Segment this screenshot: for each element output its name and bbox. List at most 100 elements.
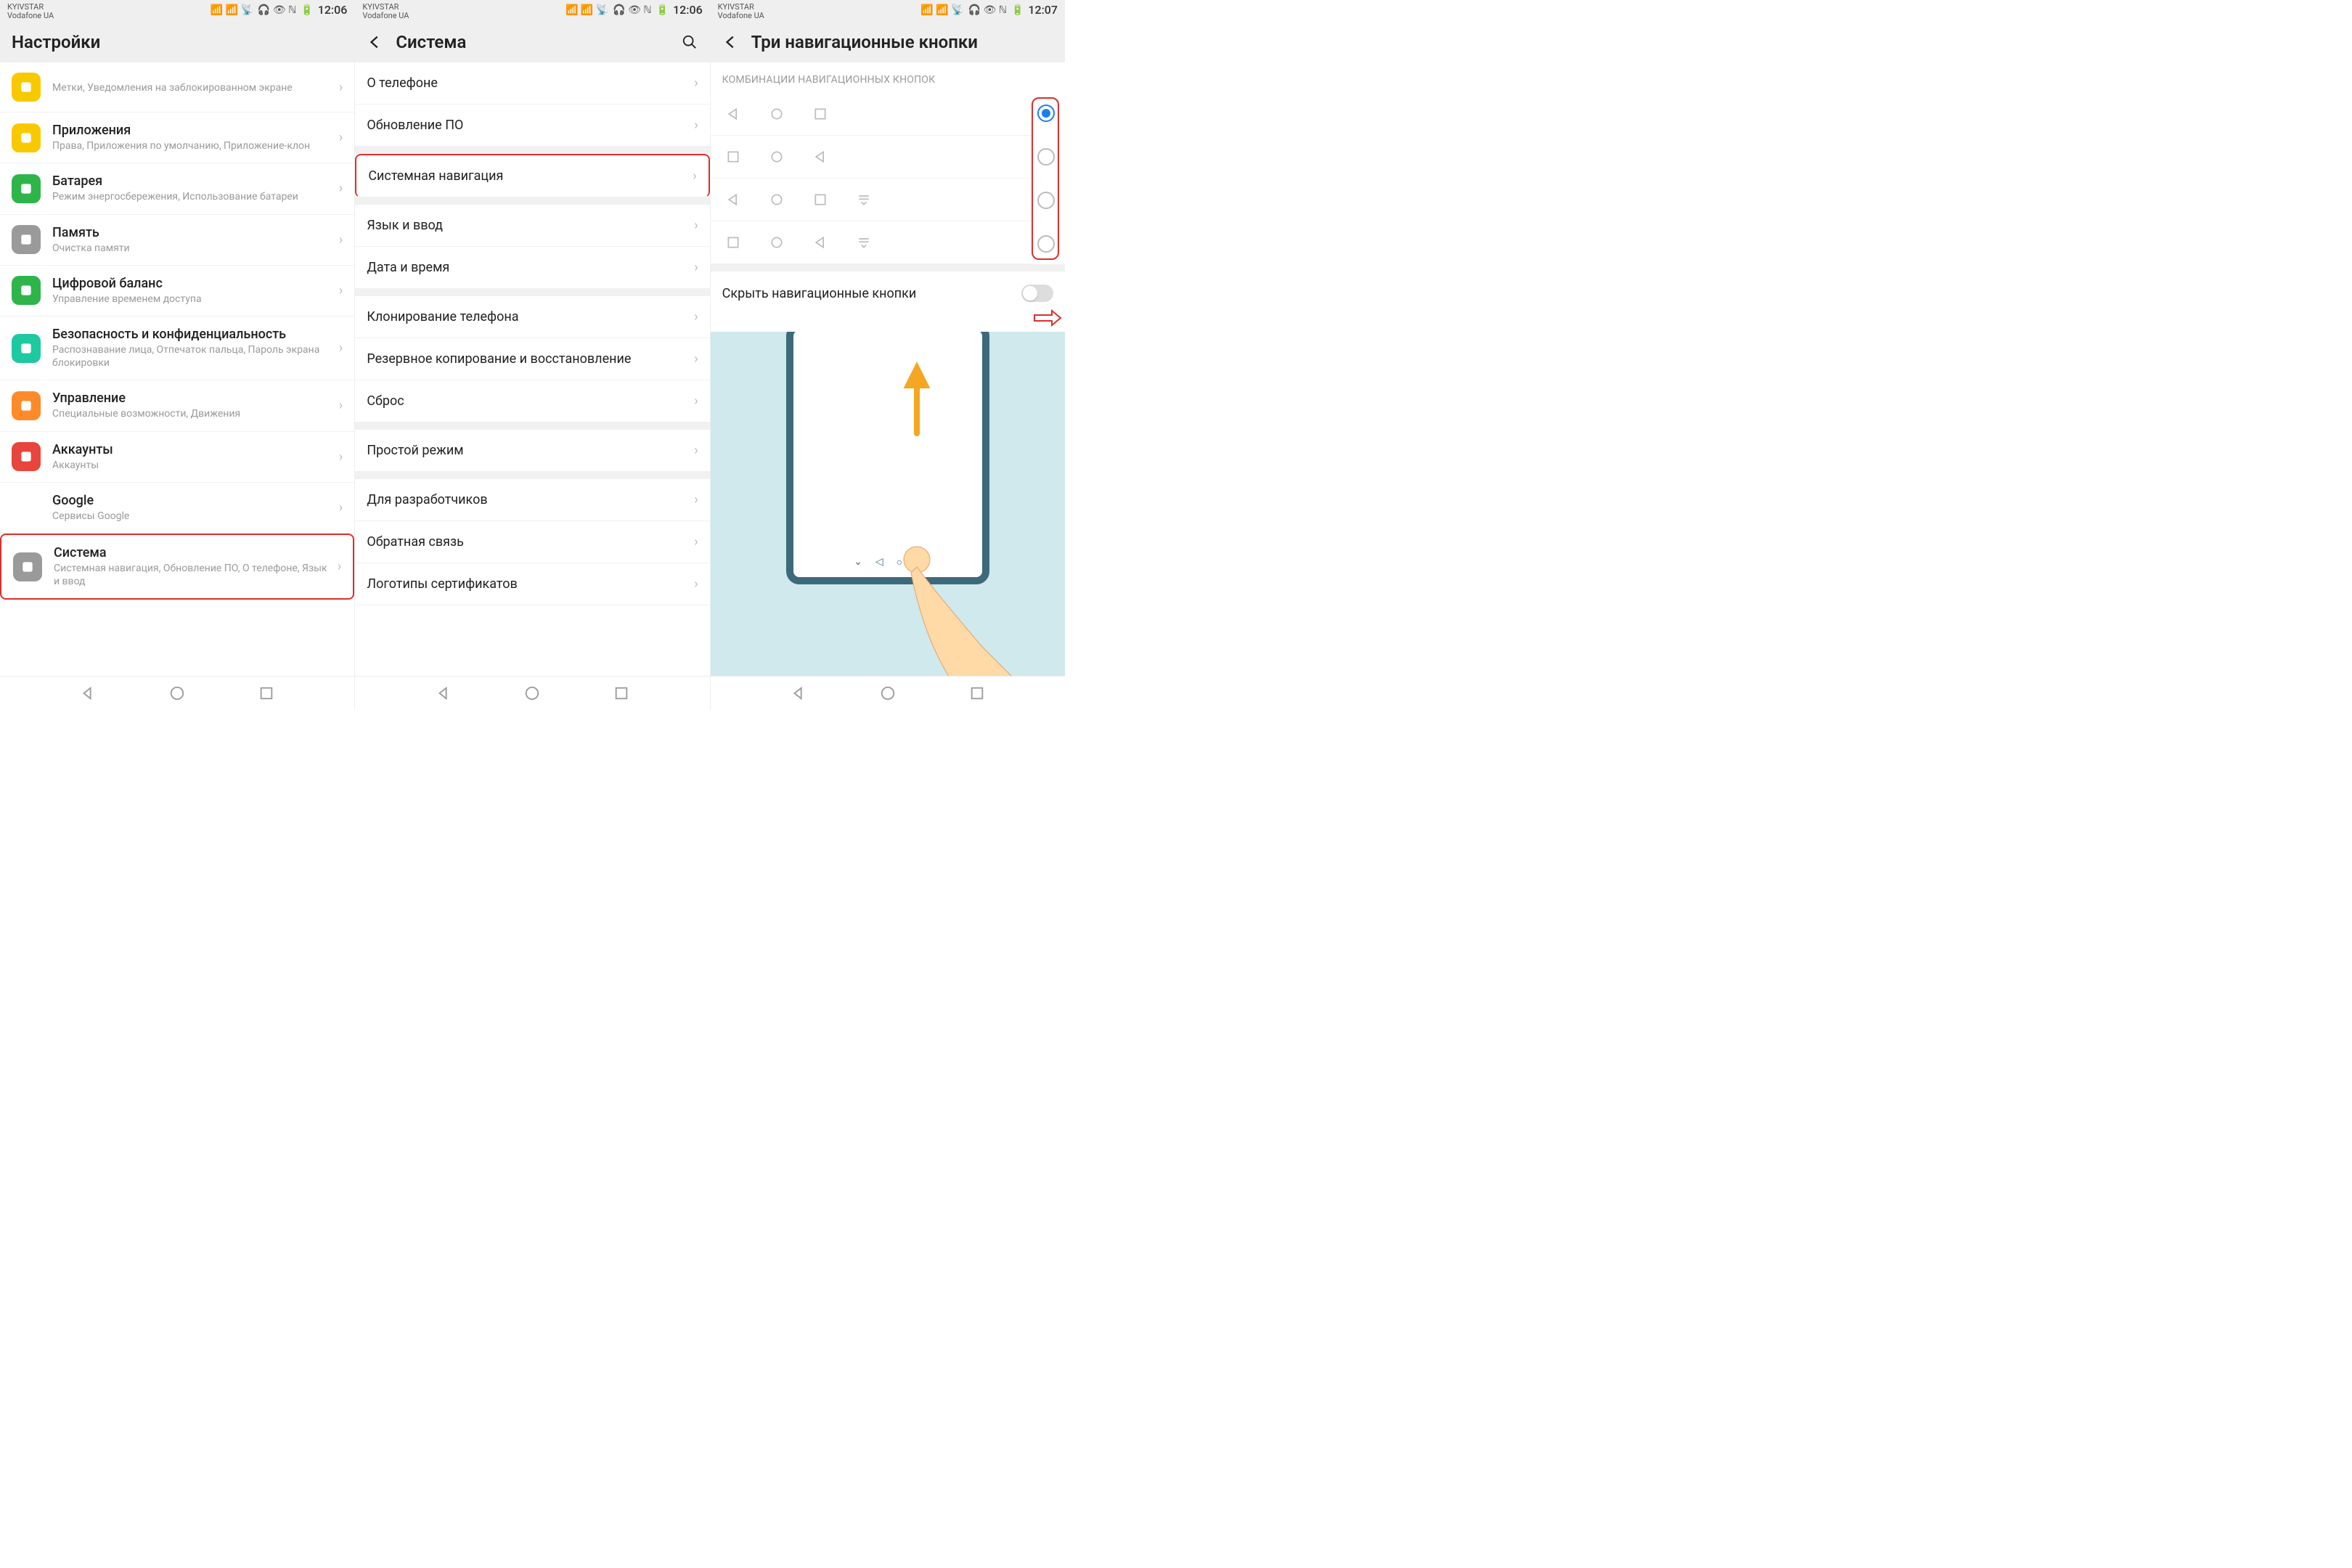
chevron-right-icon: ›: [338, 559, 341, 574]
row-subtitle: Сервисы Google: [52, 510, 333, 523]
circ-icon: [769, 149, 785, 165]
row-subtitle: Режим энергосбережения, Использование ба…: [52, 190, 333, 203]
status-bar: KYIVSTAR Vodafone UA 📶 📶 📡 🎧 👁 ℕ 🔋 12:07: [711, 0, 1065, 22]
combo-row-1[interactable]: [711, 136, 1032, 179]
row-subtitle: Очистка памяти: [52, 242, 333, 255]
battery-icon: 🔋: [656, 4, 669, 16]
search-button[interactable]: [681, 33, 698, 51]
nav-bar: [355, 676, 709, 710]
settings-row-6[interactable]: Управление Специальные возможности, Движ…: [0, 380, 354, 431]
chevron-right-icon: ›: [339, 398, 343, 413]
tri-icon: [812, 234, 828, 250]
panel-settings: KYIVSTAR Vodafone UA 📶 📶 📡 🎧 👁 ℕ 🔋 12:06…: [0, 0, 355, 710]
system-row[interactable]: Логотипы сертификатов›: [355, 563, 709, 605]
chevron-right-icon: ›: [694, 118, 698, 133]
circ-icon: [769, 192, 785, 208]
chevron-right-icon: ›: [694, 260, 698, 275]
nav-recent-icon[interactable]: [969, 685, 985, 701]
radio-group-highlight: [1032, 97, 1059, 260]
radio-option-0[interactable]: [1037, 105, 1055, 122]
settings-row-4[interactable]: Цифровой баланс Управление временем дост…: [0, 266, 354, 317]
row-title: Логотипы сертификатов: [367, 576, 694, 592]
system-row[interactable]: Обновление ПО›: [355, 105, 709, 147]
chevron-right-icon: ›: [339, 500, 343, 515]
row-title: Управление: [52, 391, 333, 406]
row-subtitle: Специальные возможности, Движения: [52, 407, 333, 420]
settings-row-1[interactable]: Приложения Права, Приложения по умолчани…: [0, 113, 354, 163]
row-title: Батарея: [52, 173, 333, 189]
chevron-right-icon: ›: [339, 181, 343, 196]
drop-icon: [856, 234, 872, 250]
settings-row-5[interactable]: Безопасность и конфиденциальность Распоз…: [0, 317, 354, 380]
panel-system: KYIVSTAR Vodafone UA 📶 📶 📡 🎧 👁 ℕ 🔋 12:06…: [355, 0, 710, 710]
nav-recent-icon[interactable]: [258, 685, 274, 701]
settings-row-0[interactable]: Метки, Уведомления на заблокированном эк…: [0, 62, 354, 113]
system-row[interactable]: О телефоне›: [355, 62, 709, 105]
nav-home-icon[interactable]: [169, 685, 185, 701]
settings-row-9[interactable]: Система Системная навигация, Обновление …: [0, 534, 354, 600]
back-button[interactable]: [367, 33, 384, 51]
page-title: Настройки: [12, 32, 100, 52]
row-title: Приложения: [52, 123, 333, 138]
circ-icon: [769, 234, 785, 250]
header-nav-buttons: Три навигационные кнопки: [711, 22, 1065, 62]
sq-icon: [725, 149, 741, 165]
system-row[interactable]: Дата и время›: [355, 247, 709, 289]
settings-icon: [12, 493, 41, 522]
status-bar: KYIVSTAR Vodafone UA 📶 📶 📡 🎧 👁 ℕ 🔋 12:06: [0, 0, 354, 22]
settings-row-8[interactable]: Google Сервисы Google ›: [0, 483, 354, 534]
system-row[interactable]: Клонирование телефона›: [355, 296, 709, 338]
drop-icon: [856, 192, 872, 208]
signal-icon: 📶 📶 📡: [565, 4, 608, 16]
chevron-right-icon: ›: [694, 393, 698, 409]
radio-option-3[interactable]: [1037, 235, 1055, 253]
settings-list: Метки, Уведомления на заблокированном эк…: [0, 62, 354, 676]
system-row[interactable]: Системная навигация›: [355, 154, 709, 197]
sq-icon: [725, 234, 741, 250]
header-settings: Настройки: [0, 22, 354, 62]
combo-row-3[interactable]: [711, 221, 1032, 264]
system-row[interactable]: Сброс›: [355, 380, 709, 422]
row-title: Google: [52, 493, 333, 508]
radio-option-1[interactable]: [1037, 148, 1055, 166]
radio-option-2[interactable]: [1037, 192, 1055, 209]
settings-row-7[interactable]: Аккаунты Аккаунты ›: [0, 432, 354, 483]
system-row[interactable]: Язык и ввод›: [355, 205, 709, 247]
combo-row-2[interactable]: [711, 179, 1032, 221]
page-title: Три навигационные кнопки: [751, 32, 978, 52]
tri-icon: [725, 106, 741, 122]
nav-recent-icon[interactable]: [613, 685, 629, 701]
system-row[interactable]: Резервное копирование и восстановление›: [355, 338, 709, 380]
row-title: Дата и время: [367, 260, 694, 275]
system-list: О телефоне›Обновление ПО› Системная навиг…: [355, 62, 709, 676]
settings-row-3[interactable]: Память Очистка памяти ›: [0, 215, 354, 266]
toggle-switch[interactable]: [1021, 285, 1053, 302]
nav-back-icon[interactable]: [80, 685, 96, 701]
combo-row-0[interactable]: [711, 93, 1032, 136]
system-row[interactable]: Простой режим›: [355, 430, 709, 472]
chevron-right-icon: ›: [339, 449, 343, 465]
settings-row-2[interactable]: Батарея Режим энергосбережения, Использо…: [0, 163, 354, 214]
back-button[interactable]: [722, 33, 740, 51]
row-subtitle: Распознавание лица, Отпечаток пальца, Па…: [52, 343, 333, 369]
nav-back-icon[interactable]: [791, 685, 807, 701]
row-title: Система: [54, 545, 332, 560]
headphone-icon: 🎧 👁 ℕ: [258, 4, 296, 16]
row-title: Клонирование телефона: [367, 309, 694, 324]
chevron-right-icon: ›: [694, 309, 698, 324]
nav-home-icon[interactable]: [880, 685, 896, 701]
empty-slot: [856, 149, 872, 165]
combo-table: [711, 93, 1065, 264]
hide-nav-toggle-row[interactable]: Скрыть навигационные кнопки: [711, 271, 1065, 315]
nav-bar: [0, 676, 354, 710]
row-title: Сброс: [367, 393, 694, 409]
nav-back-icon[interactable]: [436, 685, 452, 701]
system-row[interactable]: Для разработчиков›: [355, 479, 709, 521]
row-title: Язык и ввод: [367, 218, 694, 233]
nav-home-icon[interactable]: [524, 685, 540, 701]
chevron-right-icon: ›: [694, 492, 698, 507]
settings-icon: [12, 225, 41, 254]
panel-nav-buttons: KYIVSTAR Vodafone UA 📶 📶 📡 🎧 👁 ℕ 🔋 12:07…: [711, 0, 1065, 710]
chevron-right-icon: ›: [694, 218, 698, 233]
system-row[interactable]: Обратная связь›: [355, 521, 709, 563]
